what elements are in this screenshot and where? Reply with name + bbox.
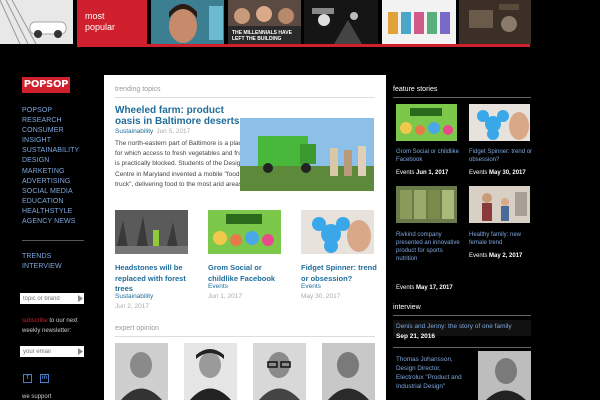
feature-title-healthy-family[interactable]: Healthy family: new female trend	[469, 231, 534, 247]
top-strip: most popular THE MILLENNIALS HAVE LEFT T…	[0, 0, 600, 47]
nav-item-social-media[interactable]: SOCIAL MEDIA	[22, 187, 79, 197]
we-support-label: we support	[22, 394, 52, 400]
feature-meta-rivkind: Events May 17, 2017	[396, 285, 453, 291]
card-image-forest[interactable]	[115, 210, 188, 254]
feature-image-healthy-family[interactable]	[469, 186, 530, 223]
feature-image-grom[interactable]	[396, 104, 457, 141]
feature-stories-heading: feature stories	[393, 86, 438, 93]
feature-image-rivkind[interactable]	[396, 186, 457, 223]
interview-rule	[393, 315, 531, 316]
interview-date: Sep 21, 2016	[396, 333, 436, 340]
card-date-grom: Jun 1, 2017	[208, 293, 242, 300]
nav-divider	[22, 240, 84, 241]
submit-arrow-icon[interactable]	[77, 347, 84, 356]
most-popular-label: most popular	[77, 0, 147, 44]
featured-image[interactable]	[240, 118, 374, 191]
feature-category-grom[interactable]: Events	[396, 170, 414, 176]
interview-title[interactable]: Denis and Jenny: the story of one family	[396, 323, 530, 330]
facebook-icon[interactable]: f	[23, 374, 32, 383]
top-thumb-products[interactable]	[382, 0, 456, 44]
feature-date-grom: Jun 1, 2017	[416, 170, 449, 176]
expert-heading: expert opinion	[115, 325, 159, 332]
card-title-grom[interactable]: Grom Social or childlike Facebook	[208, 263, 292, 284]
top-thumb-car[interactable]	[0, 0, 73, 44]
interview-heading: interview	[393, 304, 421, 311]
top-thumb-desk[interactable]	[459, 0, 531, 44]
feature-stories-rule	[393, 97, 531, 98]
nav-item-healthstyle[interactable]: HEALTHSTYLE	[22, 207, 79, 217]
email-field[interactable]	[20, 346, 84, 357]
card-image-spinner[interactable]	[301, 210, 374, 254]
card-category-forest[interactable]: Sustainability	[115, 293, 153, 300]
feature-category-spinner[interactable]: Events	[469, 170, 487, 176]
featured-excerpt: The north-eastern part of Baltimore is a…	[115, 140, 249, 188]
feature-meta-healthy-family: Events May 2, 2017	[469, 253, 522, 259]
nav-item-insight[interactable]: INSIGHT	[22, 136, 79, 146]
feature-meta-grom: Events Jun 1, 2017	[396, 170, 448, 176]
nav-item-interview[interactable]: INTERVIEW	[22, 262, 62, 272]
feature-category-rivkind[interactable]: Events	[396, 285, 414, 291]
interview2-photo[interactable]	[478, 351, 531, 400]
linkedin-icon[interactable]: in	[40, 374, 49, 383]
featured-title[interactable]: Wheeled farm: product oasis in Baltimore…	[115, 105, 250, 127]
feature-title-rivkind[interactable]: Rivkind company presented an innovative …	[396, 231, 461, 263]
expert-rule	[115, 336, 375, 337]
feature-meta-spinner: Events May 30, 2017	[469, 170, 526, 176]
feature-title-spinner[interactable]: Fidget Spinner: trend or obsession?	[469, 148, 534, 164]
subscribe-highlight[interactable]: subscribe	[22, 318, 48, 324]
featured-date: Jun 5, 2017	[156, 128, 191, 135]
millennials-caption: THE MILLENNIALS HAVE LEFT THE BUILDING	[232, 30, 292, 42]
featured-category[interactable]: Sustainability	[115, 128, 153, 135]
nav-item-consumer[interactable]: CONSUMER	[22, 126, 79, 136]
top-thumb-millennials[interactable]: THE MILLENNIALS HAVE LEFT THE BUILDING	[228, 0, 301, 44]
nav-item-education[interactable]: EDUCATION	[22, 197, 79, 207]
feature-title-grom[interactable]: Grom Social or childlike Facebook	[396, 148, 461, 164]
expert-photo-1[interactable]	[115, 343, 168, 400]
nav-item-trends[interactable]: TRENDS	[22, 252, 62, 262]
search-arrow-icon[interactable]	[77, 294, 84, 303]
feature-date-rivkind: May 17, 2017	[416, 285, 453, 291]
nav-item-design[interactable]: DESIGN	[22, 156, 79, 166]
nav-item-advertising[interactable]: ADVERTISING	[22, 177, 79, 187]
interview-divider	[393, 347, 531, 348]
nav-item-sustainability[interactable]: SUSTAINABILITY	[22, 146, 79, 156]
featured-meta: Sustainability Jun 5, 2017	[115, 128, 190, 135]
feature-date-spinner: May 30, 2017	[489, 170, 526, 176]
trending-heading: trending topics	[115, 86, 161, 93]
card-image-grom[interactable]	[208, 210, 281, 254]
interview2-title[interactable]: Thomas Johansson, Design Director, Elect…	[396, 355, 468, 391]
card-title-forest[interactable]: Headstones will be replaced with forest …	[115, 263, 191, 295]
trending-rule	[115, 97, 375, 98]
nav-item-research[interactable]: RESEARCH	[22, 116, 79, 126]
feature-image-spinner[interactable]	[469, 104, 530, 141]
expert-photo-2[interactable]	[184, 343, 237, 400]
top-thumb-stage[interactable]	[304, 0, 378, 44]
card-title-spinner[interactable]: Fidget Spinner: trend or obsession?	[301, 263, 379, 284]
nav-item-popsop[interactable]: POPSOP	[22, 106, 79, 116]
expert-photo-4[interactable]	[322, 343, 375, 400]
main-panel: trending topics Wheeled farm: product oa…	[104, 75, 386, 400]
primary-nav: POPSOP RESEARCH CONSUMER INSIGHT SUSTAIN…	[22, 106, 79, 227]
expert-photo-3[interactable]	[253, 343, 306, 400]
search-input[interactable]	[20, 293, 84, 304]
card-category-grom[interactable]: Events	[208, 283, 228, 290]
popsop-logo[interactable]: POPSOP	[22, 77, 70, 93]
top-thumb-doll[interactable]	[151, 0, 224, 44]
card-date-forest: Jun 2, 2017	[115, 303, 149, 310]
nav-item-marketing[interactable]: MARKETING	[22, 167, 79, 177]
top-strip-accent-line	[77, 44, 530, 47]
subscribe-text: subscribe to our next weekly newsletter:	[22, 316, 92, 336]
feature-category-healthy-family[interactable]: Events	[469, 253, 487, 259]
secondary-nav: TRENDS INTERVIEW	[22, 252, 62, 272]
card-date-spinner: May 30, 2017	[301, 293, 341, 300]
card-category-spinner[interactable]: Events	[301, 283, 321, 290]
feature-date-healthy-family: May 2, 2017	[489, 253, 523, 259]
nav-item-agency-news[interactable]: AGENCY NEWS	[22, 217, 79, 227]
